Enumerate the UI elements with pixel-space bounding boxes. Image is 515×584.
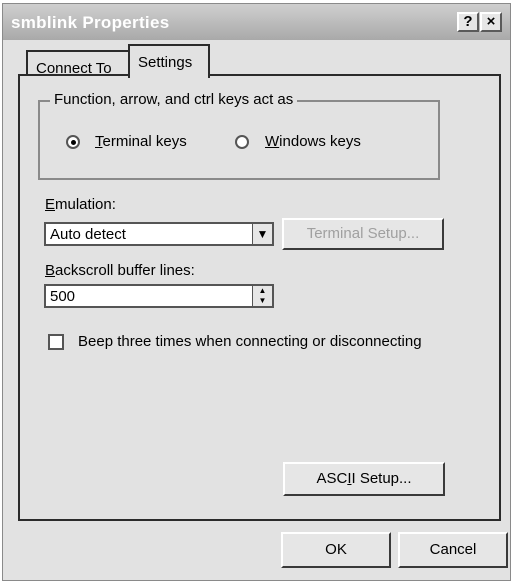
spinner-buttons: ▲ ▼ <box>252 286 272 306</box>
emulation-select[interactable]: Auto detect ▼ <box>44 222 274 246</box>
title-bar[interactable]: smblink Properties ? × <box>3 4 510 40</box>
dropdown-arrow-icon[interactable]: ▼ <box>252 224 272 244</box>
keys-group-legend: Function, arrow, and ctrl keys act as <box>50 91 298 108</box>
ascii-setup-button[interactable]: ASCII Setup... <box>283 462 445 496</box>
terminal-keys-label[interactable]: Terminal keys <box>95 133 187 150</box>
backscroll-label: Backscroll buffer lines: <box>45 262 195 279</box>
tab-settings[interactable]: Settings <box>128 44 210 78</box>
radio-selected-dot <box>71 140 76 145</box>
emulation-label: Emulation: <box>45 196 116 213</box>
window-title: smblink Properties <box>11 13 170 32</box>
ok-button[interactable]: OK <box>281 532 391 568</box>
terminal-setup-button[interactable]: Terminal Setup... <box>282 218 444 250</box>
help-button[interactable]: ? <box>457 12 479 32</box>
tab-settings-label: Settings <box>138 54 193 71</box>
windows-keys-radio[interactable] <box>235 135 249 149</box>
spin-down-icon[interactable]: ▼ <box>253 296 272 306</box>
beep-checkbox[interactable] <box>48 334 64 350</box>
cancel-button[interactable]: Cancel <box>398 532 508 568</box>
backscroll-value[interactable]: 500 <box>50 288 75 305</box>
tab-connect-to[interactable]: Connect To <box>26 50 130 77</box>
backscroll-spinner[interactable]: 500 ▲ ▼ <box>44 284 274 308</box>
close-button[interactable]: × <box>480 12 502 32</box>
windows-keys-label[interactable]: Windows keys <box>265 133 361 150</box>
emulation-value: Auto detect <box>50 226 126 243</box>
beep-label[interactable]: Beep three times when connecting or disc… <box>78 333 422 350</box>
terminal-keys-radio[interactable] <box>66 135 80 149</box>
